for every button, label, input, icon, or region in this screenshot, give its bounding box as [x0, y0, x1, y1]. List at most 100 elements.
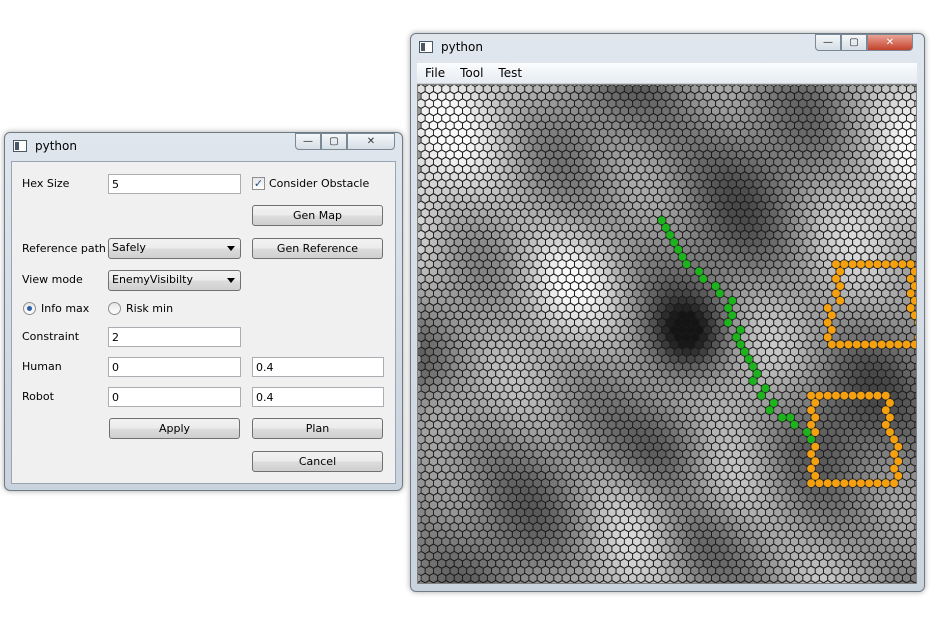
obstacle-hex	[864, 391, 874, 401]
view-mode-value: EnemyVisibilty	[112, 273, 193, 286]
obstacle-hex	[806, 405, 816, 415]
obstacle-hex	[893, 340, 903, 349]
reference-path-select[interactable]: Safely	[108, 238, 241, 259]
dropdown-arrow-icon	[227, 246, 235, 251]
reference-path-label: Reference path	[22, 242, 106, 255]
obstacle-hex	[848, 259, 858, 269]
maximize-icon[interactable]: ▢	[321, 133, 347, 150]
maximize-icon[interactable]: ▢	[841, 34, 867, 51]
constraint-input[interactable]	[108, 327, 241, 347]
path-hex	[748, 361, 758, 371]
menu-test[interactable]: Test	[490, 66, 529, 80]
menu-file[interactable]: File	[417, 66, 452, 80]
obstacle-hex	[864, 259, 874, 269]
obstacle-hex	[885, 413, 895, 422]
hex-map-canvas[interactable]	[418, 85, 916, 583]
obstacle-hex	[873, 478, 882, 488]
obstacle-hex	[848, 391, 858, 401]
cancel-button[interactable]: Cancel	[252, 451, 383, 472]
obstacle-hex	[823, 303, 833, 313]
obstacle-hex	[856, 478, 866, 488]
info-max-label: Info max	[41, 302, 90, 315]
obstacle-hex	[835, 267, 845, 276]
obstacle-hex	[806, 478, 816, 488]
obstacle-hex	[860, 340, 870, 349]
obstacle-hex	[844, 340, 853, 349]
close-icon[interactable]: ✕	[867, 34, 913, 51]
consider-obstacle-checkbox[interactable]: ✓	[252, 177, 265, 190]
obstacle-hex	[881, 405, 891, 415]
obstacle-hex	[806, 420, 816, 430]
gen-reference-button[interactable]: Gen Reference	[252, 238, 383, 259]
obstacle-hex	[823, 318, 833, 328]
minimize-icon[interactable]: —	[295, 133, 321, 150]
obstacle-hex	[873, 391, 882, 401]
risk-min-radio[interactable]	[108, 302, 121, 315]
menu-tool[interactable]: Tool	[452, 66, 490, 80]
path-hex	[756, 391, 766, 401]
human-input-2[interactable]	[252, 357, 384, 377]
obstacle-hex	[835, 296, 845, 306]
path-hex	[736, 340, 745, 349]
view-mode-select[interactable]: EnemyVisibilty	[108, 270, 241, 291]
path-hex	[740, 347, 750, 357]
path-hex	[715, 288, 725, 298]
path-hex	[657, 215, 667, 225]
close-icon[interactable]: ✕	[347, 133, 395, 150]
consider-obstacle-label: Consider Obstacle	[269, 177, 370, 190]
dialog-titlebar[interactable]: python — ▢ ✕	[5, 133, 402, 161]
map-window: python — ▢ ✕ File Tool Test	[410, 33, 925, 592]
obstacle-hex	[893, 471, 903, 481]
obstacle-hex	[881, 259, 891, 269]
obstacle-hex	[814, 391, 824, 401]
obstacle-hex	[885, 340, 895, 349]
robot-label: Robot	[22, 390, 54, 403]
obstacle-hex	[823, 391, 833, 401]
obstacle-hex	[881, 478, 891, 488]
path-hex	[727, 296, 737, 306]
path-hex	[711, 281, 721, 291]
obstacle-hex	[806, 449, 816, 459]
menu-bar: File Tool Test	[417, 63, 917, 84]
obstacle-hex	[839, 259, 849, 269]
obstacle-hex	[810, 442, 820, 452]
constraint-label: Constraint	[22, 330, 80, 343]
map-titlebar[interactable]: python — ▢ ✕	[411, 34, 924, 62]
obstacle-hex	[881, 420, 891, 430]
obstacle-hex	[889, 434, 899, 444]
plan-button[interactable]: Plan	[252, 418, 383, 439]
obstacle-hex	[839, 391, 849, 401]
gen-map-button[interactable]: Gen Map	[252, 205, 383, 226]
path-hex	[752, 369, 762, 379]
obstacle-hex	[806, 391, 816, 401]
dialog-client-area: Hex Size ✓ Consider Obstacle Gen Map Ref…	[11, 161, 396, 484]
obstacle-hex	[831, 391, 841, 401]
path-hex	[802, 427, 812, 437]
path-hex	[748, 376, 758, 386]
obstacle-hex	[906, 288, 916, 298]
obstacle-hex	[897, 259, 907, 269]
obstacle-hex	[885, 427, 895, 437]
hex-size-input[interactable]	[108, 174, 241, 194]
obstacle-hex	[810, 427, 820, 437]
human-input-1[interactable]	[108, 357, 241, 377]
robot-input-2[interactable]	[252, 387, 384, 407]
path-hex	[665, 230, 675, 240]
robot-input-1[interactable]	[108, 387, 241, 407]
path-hex	[723, 318, 733, 328]
minimize-icon[interactable]: —	[815, 34, 841, 51]
obstacle-hex	[810, 456, 820, 466]
path-hex	[744, 354, 754, 364]
obstacle-hex	[877, 340, 887, 349]
path-hex	[723, 303, 733, 313]
obstacle-hex	[848, 478, 858, 488]
obstacle-hex	[885, 398, 895, 408]
hex-map-view[interactable]	[417, 84, 917, 584]
settings-dialog-window: python — ▢ ✕ Hex Size ✓ Consider Obstacl…	[4, 132, 403, 491]
obstacle-hex	[906, 274, 916, 284]
apply-button[interactable]: Apply	[109, 418, 240, 439]
obstacle-hex	[835, 340, 845, 349]
path-hex	[673, 245, 683, 255]
info-max-radio[interactable]	[23, 302, 36, 315]
path-hex	[736, 325, 745, 335]
